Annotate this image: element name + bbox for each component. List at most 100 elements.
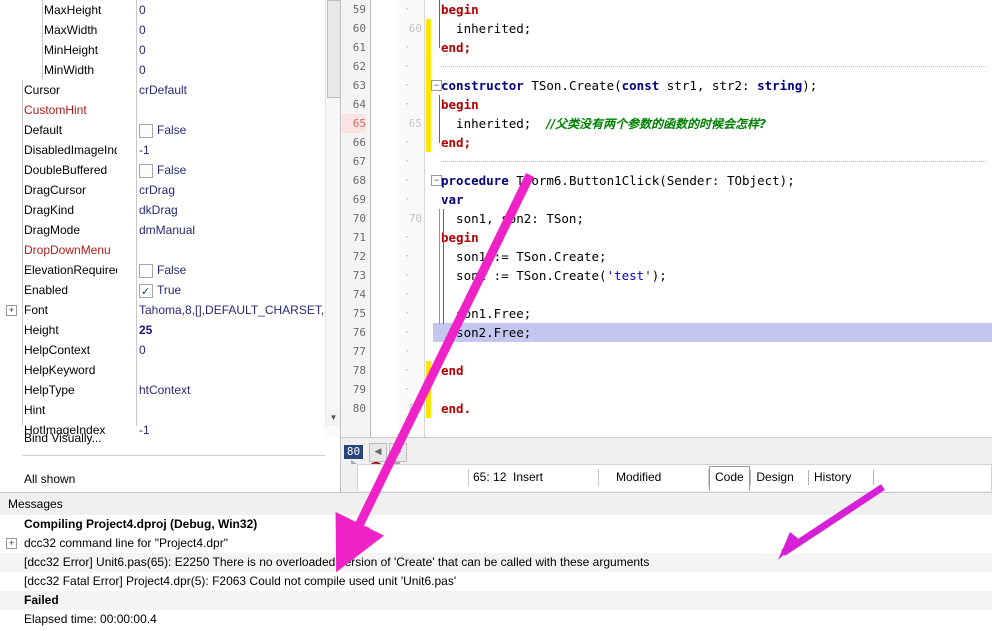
- line-count-badge: 80: [344, 445, 363, 459]
- property-value[interactable]: dkDrag: [139, 200, 323, 220]
- property-row[interactable]: Enabled ✓ True: [0, 280, 325, 300]
- code-line[interactable]: [433, 380, 992, 399]
- gutter-dot-icon: ·: [403, 194, 411, 205]
- line-number: 66: [352, 136, 366, 149]
- property-row[interactable]: HelpContext 0: [0, 340, 325, 360]
- property-value[interactable]: 25: [139, 320, 323, 340]
- code-line[interactable]: begin: [433, 228, 992, 247]
- property-row[interactable]: DisabledImageInd -1: [0, 140, 325, 160]
- line-number: 72: [352, 250, 366, 263]
- code-line[interactable]: end.: [433, 399, 992, 418]
- nav-back-icon[interactable]: ◀: [369, 443, 387, 462]
- code-line[interactable]: [433, 152, 992, 171]
- message-row[interactable]: + dcc32 command line for "Project4.dpr": [0, 534, 992, 553]
- nav-forward-icon[interactable]: ▶: [389, 443, 407, 462]
- checkbox[interactable]: [139, 264, 153, 278]
- message-row[interactable]: Failed: [0, 591, 992, 610]
- property-value[interactable]: 0: [139, 60, 323, 80]
- property-row[interactable]: Height 25: [0, 320, 325, 340]
- object-inspector-scrollbar[interactable]: ▼: [325, 0, 340, 426]
- checkbox[interactable]: [139, 164, 153, 178]
- code-line[interactable]: − procedure TForm6.Button1Click(Sender: T…: [431, 171, 992, 190]
- object-inspector-grid[interactable]: MaxHeight 0 MaxWidth 0 MinHeight 0 MinWidth 0 Cu…: [0, 0, 325, 437]
- property-row[interactable]: MaxWidth 0: [0, 20, 325, 40]
- property-row[interactable]: Default False: [0, 120, 325, 140]
- object-inspector[interactable]: MaxHeight 0 MaxWidth 0 MinHeight 0 MinWidth 0 Cu…: [0, 0, 340, 492]
- property-value[interactable]: dmManual: [139, 220, 323, 240]
- property-value[interactable]: Tahoma,8,[],DEFAULT_CHARSET,clW: [139, 300, 323, 320]
- property-row[interactable]: DoubleBuffered False: [0, 160, 325, 180]
- bind-visually-link[interactable]: Bind Visually...: [24, 428, 324, 448]
- editor-view-tabs[interactable]: Code Design History: [691, 465, 991, 491]
- property-row[interactable]: CustomHint: [0, 100, 325, 120]
- property-value[interactable]: [139, 400, 323, 420]
- scrollbar-thumb[interactable]: [327, 0, 340, 98]
- code-editor[interactable]: 59 60 61 62 63 64 65 66 67 68 69 70 71 72 73 74 75 76 77 78…: [341, 0, 992, 437]
- property-value[interactable]: htContext: [139, 380, 323, 400]
- property-value[interactable]: [139, 240, 323, 260]
- code-line[interactable]: end: [433, 361, 992, 380]
- code-line[interactable]: son1.Free;: [433, 304, 992, 323]
- messages-panel[interactable]: Messages Compiling Project4.dproj (Debug…: [0, 492, 992, 631]
- tab-code[interactable]: Code: [709, 466, 750, 491]
- grid-line: [136, 0, 137, 426]
- code-line[interactable]: end;: [433, 133, 992, 152]
- line-number: 75: [352, 307, 366, 320]
- property-value[interactable]: 0: [139, 0, 323, 20]
- scroll-down-icon[interactable]: ▼: [327, 410, 340, 426]
- property-row[interactable]: + Font Tahoma,8,[],DEFAULT_CHARSET,clW: [0, 300, 325, 320]
- property-row[interactable]: Cursor crDefault: [0, 80, 325, 100]
- property-value[interactable]: 0: [139, 20, 323, 40]
- property-row[interactable]: DragKind dkDrag: [0, 200, 325, 220]
- property-row[interactable]: DropDownMenu: [0, 240, 325, 260]
- code-line[interactable]: [433, 342, 992, 361]
- code-line[interactable]: inherited; //父类没有两个参数的函数的时候会怎样?: [433, 114, 992, 133]
- message-row[interactable]: Elapsed time: 00:00:00.4: [0, 610, 992, 629]
- property-value[interactable]: [139, 100, 323, 120]
- property-row[interactable]: MaxHeight 0: [0, 0, 325, 20]
- checkbox[interactable]: [139, 124, 153, 138]
- tab-design[interactable]: Design: [751, 467, 798, 489]
- property-row[interactable]: ElevationRequired False: [0, 260, 325, 280]
- property-value[interactable]: 0: [139, 40, 323, 60]
- code-line[interactable]: inherited;: [433, 19, 992, 38]
- insert-mode-status[interactable]: Insert: [503, 465, 613, 490]
- code-token: begin: [441, 97, 479, 112]
- property-value[interactable]: crDefault: [139, 80, 323, 100]
- code-line[interactable]: son1, son2: TSon;: [433, 209, 992, 228]
- message-row[interactable]: Compiling Project4.dproj (Debug, Win32): [0, 515, 992, 534]
- code-line[interactable]: son2.Free;: [433, 323, 992, 342]
- code-line[interactable]: [433, 57, 992, 76]
- expand-icon[interactable]: +: [6, 538, 17, 549]
- gutter-dot-icon: ·: [403, 156, 411, 167]
- code-line[interactable]: [433, 285, 992, 304]
- property-row[interactable]: MinHeight 0: [0, 40, 325, 60]
- message-row[interactable]: [dcc32 Error] Unit6.pas(65): E2250 There…: [0, 553, 992, 572]
- code-line[interactable]: begin: [433, 95, 992, 114]
- property-name: Cursor: [24, 83, 61, 97]
- property-row[interactable]: HelpType htContext: [0, 380, 325, 400]
- property-row[interactable]: DragMode dmManual: [0, 220, 325, 240]
- property-row[interactable]: MinWidth 0: [0, 60, 325, 80]
- message-text: [dcc32 Error] Unit6.pas(65): E2250 There…: [24, 555, 650, 569]
- checkbox[interactable]: ✓: [139, 284, 153, 298]
- property-row[interactable]: DragCursor crDrag: [0, 180, 325, 200]
- bookmark-gutter[interactable]: [371, 0, 418, 437]
- expand-icon[interactable]: +: [6, 305, 17, 316]
- code-line[interactable]: son1 := TSon.Create;: [433, 247, 992, 266]
- code-text-area[interactable]: begin inherited; end; − constructor TSon.Cr…: [431, 0, 992, 437]
- messages-list[interactable]: Compiling Project4.dproj (Debug, Win32) +…: [0, 515, 992, 631]
- property-value[interactable]: crDrag: [139, 180, 323, 200]
- code-line[interactable]: begin: [433, 0, 992, 19]
- code-line[interactable]: end;: [433, 38, 992, 57]
- property-value[interactable]: 0: [139, 340, 323, 360]
- property-value[interactable]: [139, 360, 323, 380]
- property-row[interactable]: Hint: [0, 400, 325, 420]
- property-value[interactable]: -1: [139, 140, 323, 160]
- code-line[interactable]: son2 := TSon.Create('test');: [433, 266, 992, 285]
- code-line[interactable]: − constructor TSon.Create(const str1, str…: [431, 76, 992, 95]
- property-row[interactable]: HelpKeyword: [0, 360, 325, 380]
- tab-history[interactable]: History: [809, 467, 856, 489]
- code-line[interactable]: var: [433, 190, 992, 209]
- message-row[interactable]: [dcc32 Fatal Error] Project4.dpr(5): F20…: [0, 572, 992, 591]
